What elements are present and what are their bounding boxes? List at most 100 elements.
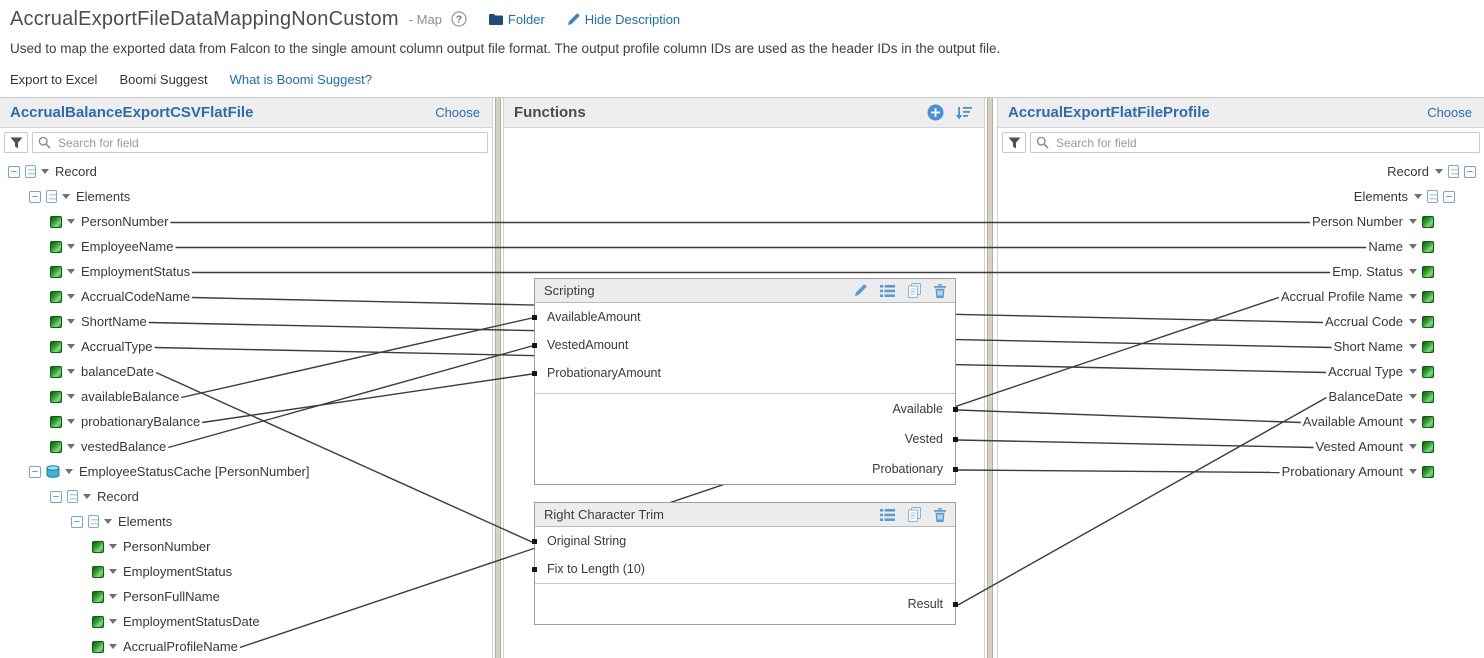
boomi-suggest-button[interactable]: Boomi Suggest bbox=[119, 72, 207, 87]
copy-function-icon[interactable] bbox=[908, 507, 921, 522]
tree-node-r-ShortName[interactable]: Short Name bbox=[998, 334, 1484, 359]
chevron-down-icon[interactable] bbox=[67, 319, 75, 324]
function-box-header[interactable]: Right Character Trim bbox=[535, 503, 955, 527]
chevron-down-icon[interactable] bbox=[67, 294, 75, 299]
function-box-scripting[interactable]: ScriptingAvailableAmountVestedAmountProb… bbox=[534, 278, 956, 485]
chevron-down-icon[interactable] bbox=[109, 644, 117, 649]
tree-node-l-EmploymentStatusDate[interactable]: EmploymentStatusDate bbox=[0, 609, 492, 634]
tree-node-l-record2[interactable]: −Record bbox=[0, 484, 492, 509]
function-input[interactable]: Original String bbox=[535, 527, 955, 555]
input-connector[interactable] bbox=[532, 567, 537, 572]
tree-node-l-elements[interactable]: −Elements bbox=[0, 184, 492, 209]
tree-node-l-elements2[interactable]: −Elements bbox=[0, 509, 492, 534]
chevron-down-icon[interactable] bbox=[109, 619, 117, 624]
chevron-down-icon[interactable] bbox=[109, 569, 117, 574]
tree-node-l-EmployeeName[interactable]: EmployeeName bbox=[0, 234, 492, 259]
edit-function-icon[interactable] bbox=[854, 284, 867, 297]
tree-node-r-AccrualProfileName[interactable]: Accrual Profile Name bbox=[998, 284, 1484, 309]
tree-node-r-Name[interactable]: Name bbox=[998, 234, 1484, 259]
panel-divider[interactable] bbox=[493, 98, 503, 658]
tree-node-r-AccrualCode[interactable]: Accrual Code bbox=[998, 309, 1484, 334]
delete-function-icon[interactable] bbox=[934, 284, 946, 298]
tree-node-l-record[interactable]: −Record bbox=[0, 159, 492, 184]
chevron-down-icon[interactable] bbox=[1409, 219, 1417, 224]
tree-node-l-PersonNumber[interactable]: PersonNumber bbox=[0, 209, 492, 234]
tree-node-l-vestedBalance[interactable]: vestedBalance bbox=[0, 434, 492, 459]
chevron-down-icon[interactable] bbox=[1409, 394, 1417, 399]
chevron-down-icon[interactable] bbox=[67, 419, 75, 424]
chevron-down-icon[interactable] bbox=[1414, 194, 1422, 199]
chevron-down-icon[interactable] bbox=[41, 169, 49, 174]
collapse-icon[interactable]: − bbox=[29, 191, 41, 203]
tree-node-r-BalanceDate[interactable]: BalanceDate bbox=[998, 384, 1484, 409]
function-input[interactable]: ProbationaryAmount bbox=[535, 359, 955, 387]
output-connector[interactable] bbox=[953, 602, 958, 607]
collapse-icon[interactable]: − bbox=[1443, 191, 1455, 203]
filter-button[interactable] bbox=[4, 132, 28, 153]
function-output[interactable]: Probationary bbox=[535, 454, 955, 484]
tree-node-l-EmployeeStatusCache[interactable]: −EmployeeStatusCache [PersonNumber] bbox=[0, 459, 492, 484]
chevron-down-icon[interactable] bbox=[1409, 419, 1417, 424]
input-connector[interactable] bbox=[532, 315, 537, 320]
collapse-icon[interactable]: − bbox=[29, 466, 41, 478]
tree-node-l-PersonNumber2[interactable]: PersonNumber bbox=[0, 534, 492, 559]
function-input[interactable]: VestedAmount bbox=[535, 331, 955, 359]
filter-button[interactable] bbox=[1002, 132, 1026, 153]
tree-node-l-ShortName[interactable]: ShortName bbox=[0, 309, 492, 334]
chevron-down-icon[interactable] bbox=[1409, 319, 1417, 324]
tree-node-l-availableBalance[interactable]: availableBalance bbox=[0, 384, 492, 409]
input-connector[interactable] bbox=[532, 539, 537, 544]
chevron-down-icon[interactable] bbox=[67, 369, 75, 374]
output-connector[interactable] bbox=[953, 467, 958, 472]
chevron-down-icon[interactable] bbox=[1409, 444, 1417, 449]
destination-search-input[interactable] bbox=[1030, 132, 1480, 153]
tree-node-r-AccrualType[interactable]: Accrual Type bbox=[998, 359, 1484, 384]
function-output[interactable]: Vested bbox=[535, 424, 955, 454]
chevron-down-icon[interactable] bbox=[67, 244, 75, 249]
chevron-down-icon[interactable] bbox=[65, 469, 73, 474]
panel-divider[interactable] bbox=[985, 98, 995, 658]
tree-node-l-EmploymentStatus2[interactable]: EmploymentStatus bbox=[0, 559, 492, 584]
chevron-down-icon[interactable] bbox=[1435, 169, 1443, 174]
chevron-down-icon[interactable] bbox=[62, 194, 70, 199]
chevron-down-icon[interactable] bbox=[1409, 469, 1417, 474]
copy-function-icon[interactable] bbox=[908, 283, 921, 298]
chevron-down-icon[interactable] bbox=[104, 519, 112, 524]
sort-functions-icon[interactable] bbox=[956, 106, 972, 120]
function-box-header[interactable]: Scripting bbox=[535, 279, 955, 303]
tree-node-r-ProbationaryAmount[interactable]: Probationary Amount bbox=[998, 459, 1484, 484]
chevron-down-icon[interactable] bbox=[1409, 344, 1417, 349]
hide-description-link[interactable]: Hide Description bbox=[567, 12, 680, 27]
export-to-excel-button[interactable]: Export to Excel bbox=[10, 72, 97, 87]
tree-node-r-record[interactable]: Record− bbox=[998, 159, 1484, 184]
function-detail-icon[interactable] bbox=[880, 509, 895, 521]
chevron-down-icon[interactable] bbox=[109, 544, 117, 549]
tree-node-l-AccrualProfileName[interactable]: AccrualProfileName bbox=[0, 634, 492, 658]
tree-node-l-balanceDate[interactable]: balanceDate bbox=[0, 359, 492, 384]
output-connector[interactable] bbox=[953, 437, 958, 442]
what-is-boomi-suggest-link[interactable]: What is Boomi Suggest? bbox=[230, 72, 372, 87]
chevron-down-icon[interactable] bbox=[1409, 244, 1417, 249]
delete-function-icon[interactable] bbox=[934, 508, 946, 522]
help-icon[interactable]: ? bbox=[451, 11, 467, 27]
collapse-icon[interactable]: − bbox=[1464, 166, 1476, 178]
tree-node-l-probationaryBalance[interactable]: probationaryBalance bbox=[0, 409, 492, 434]
tree-node-r-PersonNumber[interactable]: Person Number bbox=[998, 209, 1484, 234]
tree-node-r-AvailableAmount[interactable]: Available Amount bbox=[998, 409, 1484, 434]
chevron-down-icon[interactable] bbox=[67, 444, 75, 449]
chevron-down-icon[interactable] bbox=[1409, 369, 1417, 374]
collapse-icon[interactable]: − bbox=[71, 516, 83, 528]
chevron-down-icon[interactable] bbox=[83, 494, 91, 499]
function-output[interactable]: Available bbox=[535, 394, 955, 424]
tree-node-l-EmploymentStatus[interactable]: EmploymentStatus bbox=[0, 259, 492, 284]
output-connector[interactable] bbox=[953, 407, 958, 412]
chevron-down-icon[interactable] bbox=[1409, 294, 1417, 299]
chevron-down-icon[interactable] bbox=[67, 269, 75, 274]
folder-link[interactable]: Folder bbox=[489, 12, 545, 27]
collapse-icon[interactable]: − bbox=[8, 166, 20, 178]
destination-choose-link[interactable]: Choose bbox=[1427, 105, 1472, 120]
function-output[interactable]: Result bbox=[535, 584, 955, 624]
tree-node-l-PersonFullName[interactable]: PersonFullName bbox=[0, 584, 492, 609]
input-connector[interactable] bbox=[532, 371, 537, 376]
tree-node-l-AccrualCodeName[interactable]: AccrualCodeName bbox=[0, 284, 492, 309]
